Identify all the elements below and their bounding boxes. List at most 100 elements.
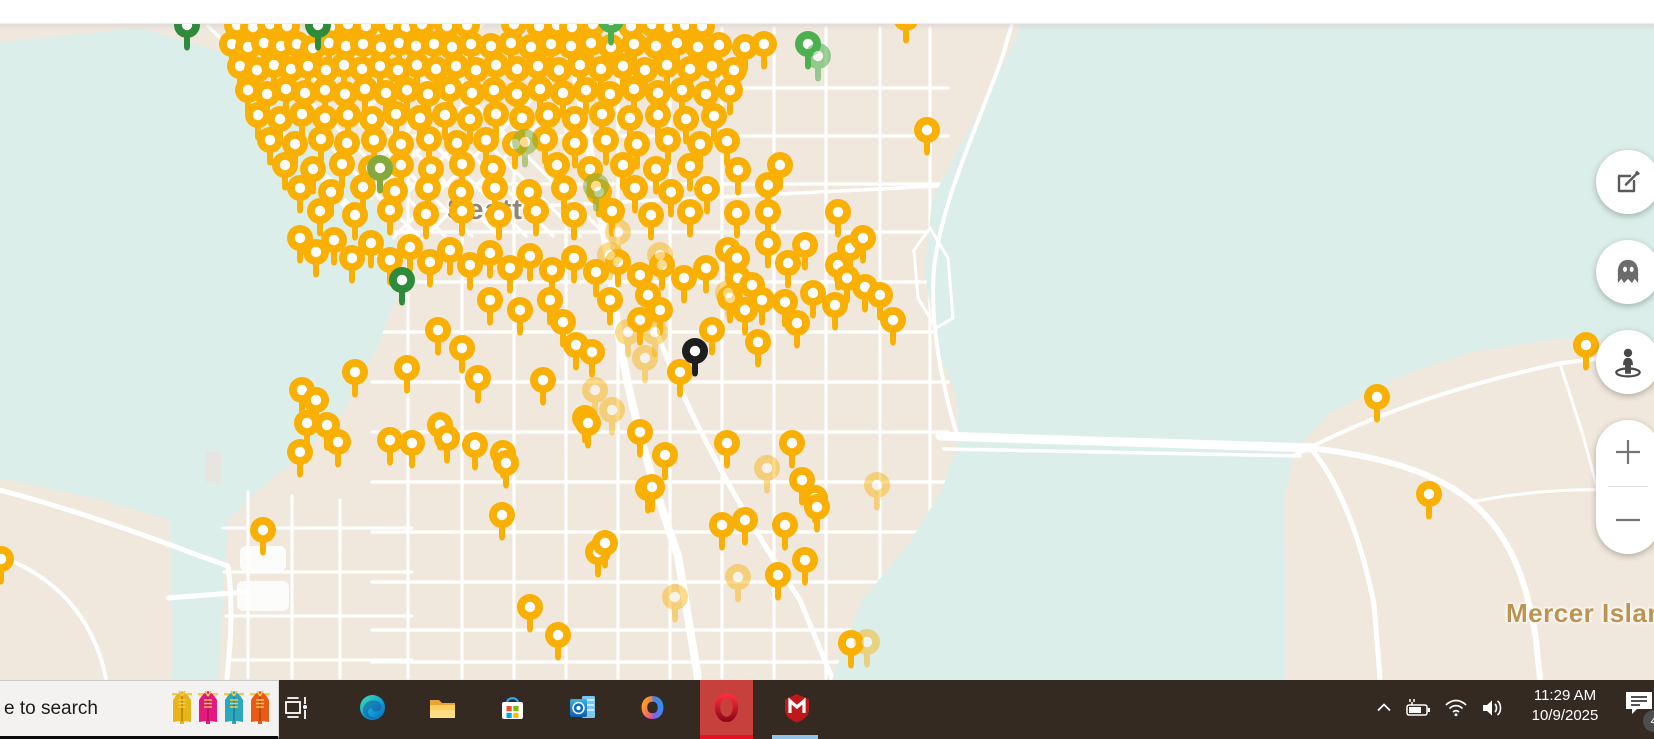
opera-button[interactable] [700, 680, 753, 735]
map-pin[interactable] [434, 425, 460, 464]
map-pin[interactable] [825, 199, 851, 238]
map-pin[interactable] [732, 507, 758, 546]
map-pin[interactable] [805, 43, 831, 82]
map-pin[interactable] [779, 430, 805, 469]
map-pin[interactable] [597, 287, 623, 326]
map-pin[interactable] [462, 432, 488, 471]
map-pin[interactable] [399, 430, 425, 469]
file-explorer-icon [429, 696, 456, 720]
map-pin[interactable] [765, 562, 791, 601]
map-pin[interactable] [864, 472, 890, 511]
wifi-icon [1444, 698, 1468, 717]
map-pin[interactable] [751, 31, 777, 70]
map-pin[interactable] [693, 255, 719, 294]
zoom-out-button[interactable] [1596, 488, 1654, 552]
outlook-button[interactable] [556, 680, 609, 735]
map-edit-button[interactable] [1596, 150, 1654, 214]
map-pin[interactable] [599, 397, 625, 436]
map-pin[interactable] [1364, 384, 1390, 423]
taskbar-search-input[interactable]: e to search [0, 680, 279, 739]
map-pin[interactable] [1416, 481, 1442, 520]
map-pin[interactable] [486, 202, 512, 241]
map-pin[interactable] [677, 199, 703, 238]
map-pin[interactable] [575, 410, 601, 449]
map-pin[interactable] [377, 427, 403, 466]
ghost-icon [1613, 257, 1643, 287]
notification-center-button[interactable] [1624, 691, 1654, 721]
map-canvas[interactable]: Seattle Mercer Island [0, 0, 1654, 739]
map-pin[interactable] [287, 439, 313, 478]
map-pin[interactable] [545, 622, 571, 661]
notification-bubble-icon [1624, 691, 1654, 716]
map-pin[interactable] [772, 512, 798, 551]
map-pin[interactable] [714, 430, 740, 469]
map-pin[interactable] [413, 201, 439, 240]
map-pin[interactable] [725, 157, 751, 196]
battery-charging-icon [1405, 698, 1432, 718]
map-pin[interactable] [377, 197, 403, 236]
map-pin[interactable] [325, 429, 351, 468]
map-pin[interactable] [394, 355, 420, 394]
task-view-button[interactable] [270, 680, 323, 735]
map-pin[interactable] [854, 629, 880, 668]
divider [1608, 486, 1648, 487]
copilot-button[interactable] [626, 680, 679, 735]
microsoft-store-button[interactable] [486, 680, 539, 735]
file-explorer-button[interactable] [416, 680, 469, 735]
zoom-in-button[interactable] [1596, 420, 1654, 484]
map-pin[interactable] [638, 202, 664, 241]
opera-active-indicator [700, 735, 753, 739]
map-pin[interactable] [530, 367, 556, 406]
browser-chrome-strip [0, 0, 1654, 24]
map-pins-layer[interactable] [0, 0, 1654, 680]
map-pin[interactable] [250, 517, 276, 556]
map-pin[interactable] [914, 117, 940, 156]
map-pin[interactable] [639, 474, 665, 513]
map-pin[interactable] [465, 365, 491, 404]
map-pin[interactable] [561, 202, 587, 241]
map-pin[interactable] [0, 546, 14, 585]
edge-button[interactable] [346, 680, 399, 735]
map-pin[interactable] [561, 245, 587, 284]
map-pin[interactable] [425, 317, 451, 356]
map-pin[interactable] [667, 359, 693, 398]
map-pin[interactable] [724, 200, 750, 239]
map-pin[interactable] [627, 419, 653, 458]
map-pin[interactable] [489, 502, 515, 541]
tray-overflow-button[interactable] [1372, 680, 1396, 735]
map-pin[interactable] [517, 243, 543, 282]
tray-battery[interactable] [1402, 680, 1434, 735]
map-pin[interactable] [775, 250, 801, 289]
task-view-icon [284, 696, 310, 720]
map-pin[interactable] [449, 198, 475, 237]
mcafee-button[interactable] [770, 680, 823, 735]
taskbar-clock[interactable]: 11:29 AM [1518, 6, 1612, 26]
map-pin[interactable] [477, 287, 503, 326]
map-pin[interactable] [792, 547, 818, 586]
map-pin[interactable] [754, 455, 780, 494]
map-streetside-button[interactable] [1596, 330, 1654, 394]
map-zoom-control [1596, 420, 1654, 554]
map-pin[interactable] [523, 198, 549, 237]
map-pin[interactable] [709, 512, 735, 551]
map-pin[interactable] [342, 359, 368, 398]
map-pin[interactable] [784, 310, 810, 349]
tray-wifi[interactable] [1440, 680, 1472, 735]
map-pin[interactable] [822, 292, 848, 331]
tray-volume[interactable] [1476, 680, 1510, 735]
map-ghost-button[interactable] [1596, 240, 1654, 304]
map-pin[interactable] [507, 297, 533, 336]
map-pin[interactable] [745, 329, 771, 368]
map-pin[interactable] [804, 494, 830, 533]
map-pin[interactable] [662, 584, 688, 623]
map-pin[interactable] [517, 594, 543, 633]
map-pin[interactable] [725, 564, 751, 603]
map-pin[interactable] [389, 267, 415, 306]
map-pin[interactable] [880, 307, 906, 346]
map-pin[interactable] [493, 450, 519, 489]
clock-block[interactable]: 11:29 AM 10/9/2025 [1518, 686, 1612, 726]
map-pin[interactable] [671, 265, 697, 304]
mcafee-running-indicator [772, 735, 818, 739]
map-pin[interactable] [1573, 332, 1599, 371]
map-pin[interactable] [579, 339, 605, 378]
